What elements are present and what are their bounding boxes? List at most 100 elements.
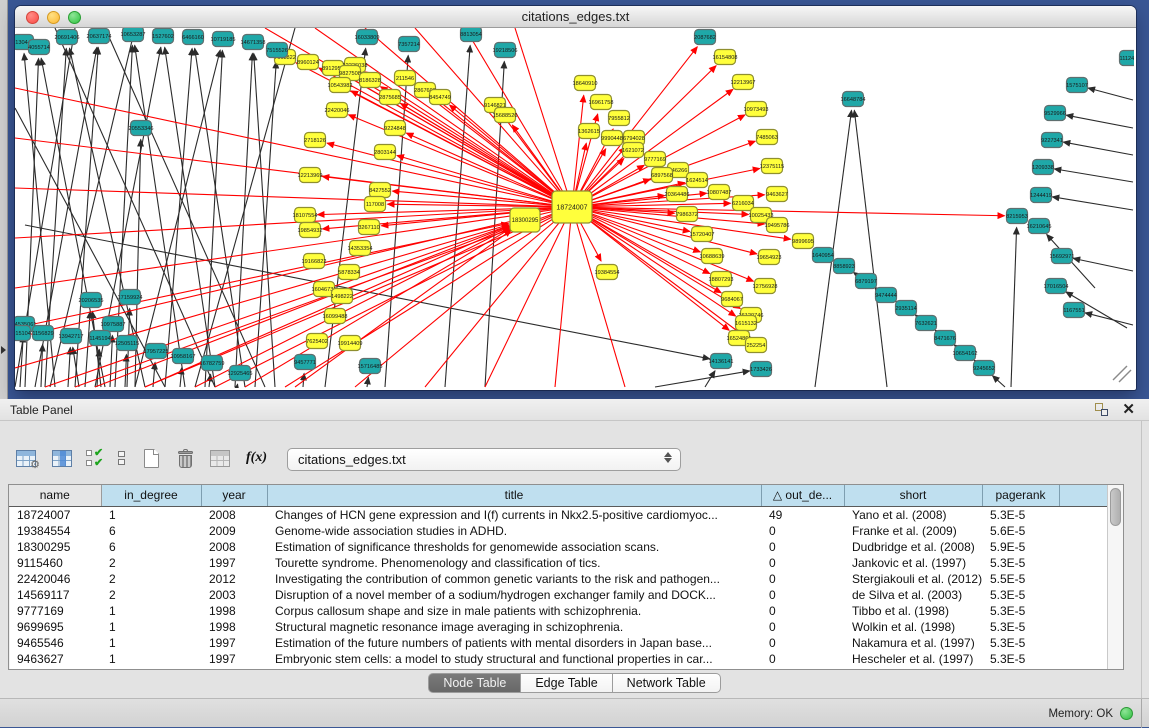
close-panel-icon[interactable]: ✕ <box>1122 402 1135 417</box>
graph-node-yellow[interactable]: 8454749 <box>429 90 451 105</box>
graph-node-teal[interactable]: 1640954 <box>812 248 834 263</box>
table-cell[interactable]: 6 <box>101 539 201 555</box>
column-header-title[interactable]: title <box>267 485 761 506</box>
graph-node-teal[interactable]: 10958167 <box>171 349 196 364</box>
table-cell[interactable]: 5.5E-5 <box>982 571 1059 587</box>
table-cell[interactable]: 5.3E-5 <box>982 635 1059 651</box>
table-cell[interactable]: Corpus callosum shape and size in male p… <box>267 603 761 619</box>
citation-edge-black[interactable] <box>705 371 715 387</box>
citation-edge-black[interactable] <box>1066 115 1133 128</box>
graph-node-yellow[interactable]: 6216034 <box>732 196 754 211</box>
table-row[interactable]: 946554611997Estimation of the future num… <box>9 635 1107 651</box>
graph-node-yellow[interactable]: 19384554 <box>595 265 620 280</box>
citation-edge-red[interactable] <box>15 188 572 207</box>
new-document-icon[interactable] <box>144 443 159 473</box>
table-row[interactable]: 1938455462009Genome-wide association stu… <box>9 523 1107 539</box>
graph-node-teal[interactable]: 1209338 <box>1032 160 1054 175</box>
table-cell[interactable]: 0 <box>761 635 844 651</box>
table-row[interactable]: 946362711997Embryonic stem cells: a mode… <box>9 651 1107 667</box>
table-cell[interactable]: Hescheler et al. (1997) <box>844 651 982 667</box>
graph-node-yellow[interactable]: 10688639 <box>700 249 725 264</box>
graph-node-yellow[interactable]: 5878334 <box>338 265 360 280</box>
table-cell[interactable]: 2 <box>101 571 201 587</box>
graph-node-yellow[interactable]: 1362615 <box>578 124 600 139</box>
graph-node-teal[interactable]: 8215953 <box>1006 209 1028 224</box>
table-cell[interactable]: 5.3E-5 <box>982 555 1059 571</box>
table-cell[interactable]: 0 <box>761 555 844 571</box>
table-cell[interactable]: Genome-wide association studies in ADHD. <box>267 523 761 539</box>
graph-node-teal[interactable]: 20637174 <box>87 29 112 44</box>
graph-node-yellow[interactable]: 2875685 <box>379 90 401 105</box>
table-cell[interactable]: 1 <box>101 603 201 619</box>
graph-node-teal[interactable]: 8813054 <box>460 28 482 42</box>
table-cell[interactable]: 6 <box>101 523 201 539</box>
graph-node-yellow[interactable]: 252254 <box>746 338 767 353</box>
table-cell[interactable]: 1997 <box>201 635 267 651</box>
table-cell[interactable]: 2 <box>101 587 201 603</box>
table-cell[interactable]: Franke et al. (2009) <box>844 523 982 539</box>
citation-edge-red[interactable] <box>15 224 508 328</box>
graph-node-yellow[interactable]: 9990448 <box>601 131 623 146</box>
table-settings-icon[interactable]: ⚙ <box>16 443 36 473</box>
graph-node-yellow[interactable]: 6897568 <box>651 168 673 183</box>
table-row[interactable]: 2242004622012Investigating the contribut… <box>9 571 1107 587</box>
graph-node-teal[interactable]: 10975887 <box>101 317 126 332</box>
citation-edge-red[interactable] <box>555 207 572 387</box>
graph-node-yellow[interactable]: 20364486 <box>665 187 690 202</box>
column-header-indegree[interactable]: in_degree <box>101 485 201 506</box>
table-cell[interactable]: 0 <box>761 651 844 667</box>
table-cell[interactable]: 2008 <box>201 506 267 523</box>
table-cell[interactable]: Estimation of the future numbers of pati… <box>267 635 761 651</box>
graph-node-teal[interactable]: 9457771 <box>294 355 316 370</box>
graph-node-yellow[interactable]: 8960124 <box>297 55 319 70</box>
table-cell[interactable]: 19384554 <box>9 523 101 539</box>
graph-node-yellow[interactable]: 15720407 <box>690 227 715 242</box>
citation-edge-black[interactable] <box>1052 197 1133 210</box>
graph-node-teal[interactable]: 10653287 <box>121 28 146 42</box>
table-row[interactable]: 1830029562008Estimation of significance … <box>9 539 1107 555</box>
table-cell[interactable]: 2008 <box>201 539 267 555</box>
graph-node-teal[interactable]: 16648784 <box>841 92 866 107</box>
citation-edge-black[interactable] <box>993 376 1005 387</box>
table-cell[interactable]: 1 <box>101 651 201 667</box>
graph-node-yellow[interactable]: 18107554 <box>293 208 318 223</box>
graph-node-teal[interactable]: 8471676 <box>934 331 956 346</box>
table-cell[interactable]: 0 <box>761 571 844 587</box>
table-cell[interactable]: Structural magnetic resonance image aver… <box>267 619 761 635</box>
table-scrollbar-thumb[interactable] <box>1110 488 1121 526</box>
graph-node-teal[interactable]: 1527602 <box>152 29 174 44</box>
graph-node-yellow[interactable]: 19654923 <box>757 250 782 265</box>
table-cell[interactable]: 0 <box>761 523 844 539</box>
column-header-name[interactable]: name <box>9 485 101 506</box>
graph-node-teal[interactable]: 17016504 <box>1044 279 1069 294</box>
graph-node-teal[interactable]: 1733426 <box>750 362 772 377</box>
graph-node-yellow[interactable]: 2718126 <box>304 133 326 148</box>
graph-node-yellow[interactable]: 7625402 <box>306 334 328 349</box>
table-row[interactable]: 911546021997Tourette syndrome. Phenomeno… <box>9 555 1107 571</box>
citation-edge-black[interactable] <box>1085 313 1133 325</box>
graph-node-teal[interactable]: 14136141 <box>709 354 734 369</box>
citation-edge-black[interactable] <box>237 384 238 387</box>
graph-node-teal[interactable]: 12505115 <box>115 336 139 351</box>
table-cell[interactable]: Tourette syndrome. Phenomenology and cla… <box>267 555 761 571</box>
table-cell[interactable]: 5.3E-5 <box>982 587 1059 603</box>
table-cell[interactable]: 0 <box>761 603 844 619</box>
graph-node-yellow[interactable]: 211546 <box>395 71 416 86</box>
graph-node-yellow[interactable]: 3267110 <box>358 220 379 235</box>
graph-node-yellow[interactable]: 18807293 <box>709 272 734 287</box>
graph-node-teal[interactable]: 12925465 <box>228 366 253 381</box>
graph-node-teal[interactable]: 9227341 <box>1041 133 1063 148</box>
graph-node-teal[interactable]: 1145194 <box>89 331 110 346</box>
table-cell[interactable]: Changes of HCN gene expression and I(f) … <box>267 506 761 523</box>
tab-node-table[interactable]: Node Table <box>428 673 521 693</box>
column-header-year[interactable]: year <box>201 485 267 506</box>
table-cell[interactable]: 2009 <box>201 523 267 539</box>
graph-node-yellow[interactable]: 10543982 <box>328 78 353 93</box>
graph-node-yellow[interactable]: 12756928 <box>753 279 778 294</box>
table-header-row[interactable]: namein_degreeyeartitle△ out_de...shortpa… <box>9 485 1107 506</box>
graph-node-yellow[interactable]: 18724007 <box>552 191 592 223</box>
table-cell[interactable]: 18300295 <box>9 539 101 555</box>
table-selector-dropdown[interactable]: citations_edges.txt <box>287 448 681 471</box>
table-cell[interactable]: 1 <box>101 635 201 651</box>
table-cell[interactable]: Jankovic et al. (1997) <box>844 555 982 571</box>
